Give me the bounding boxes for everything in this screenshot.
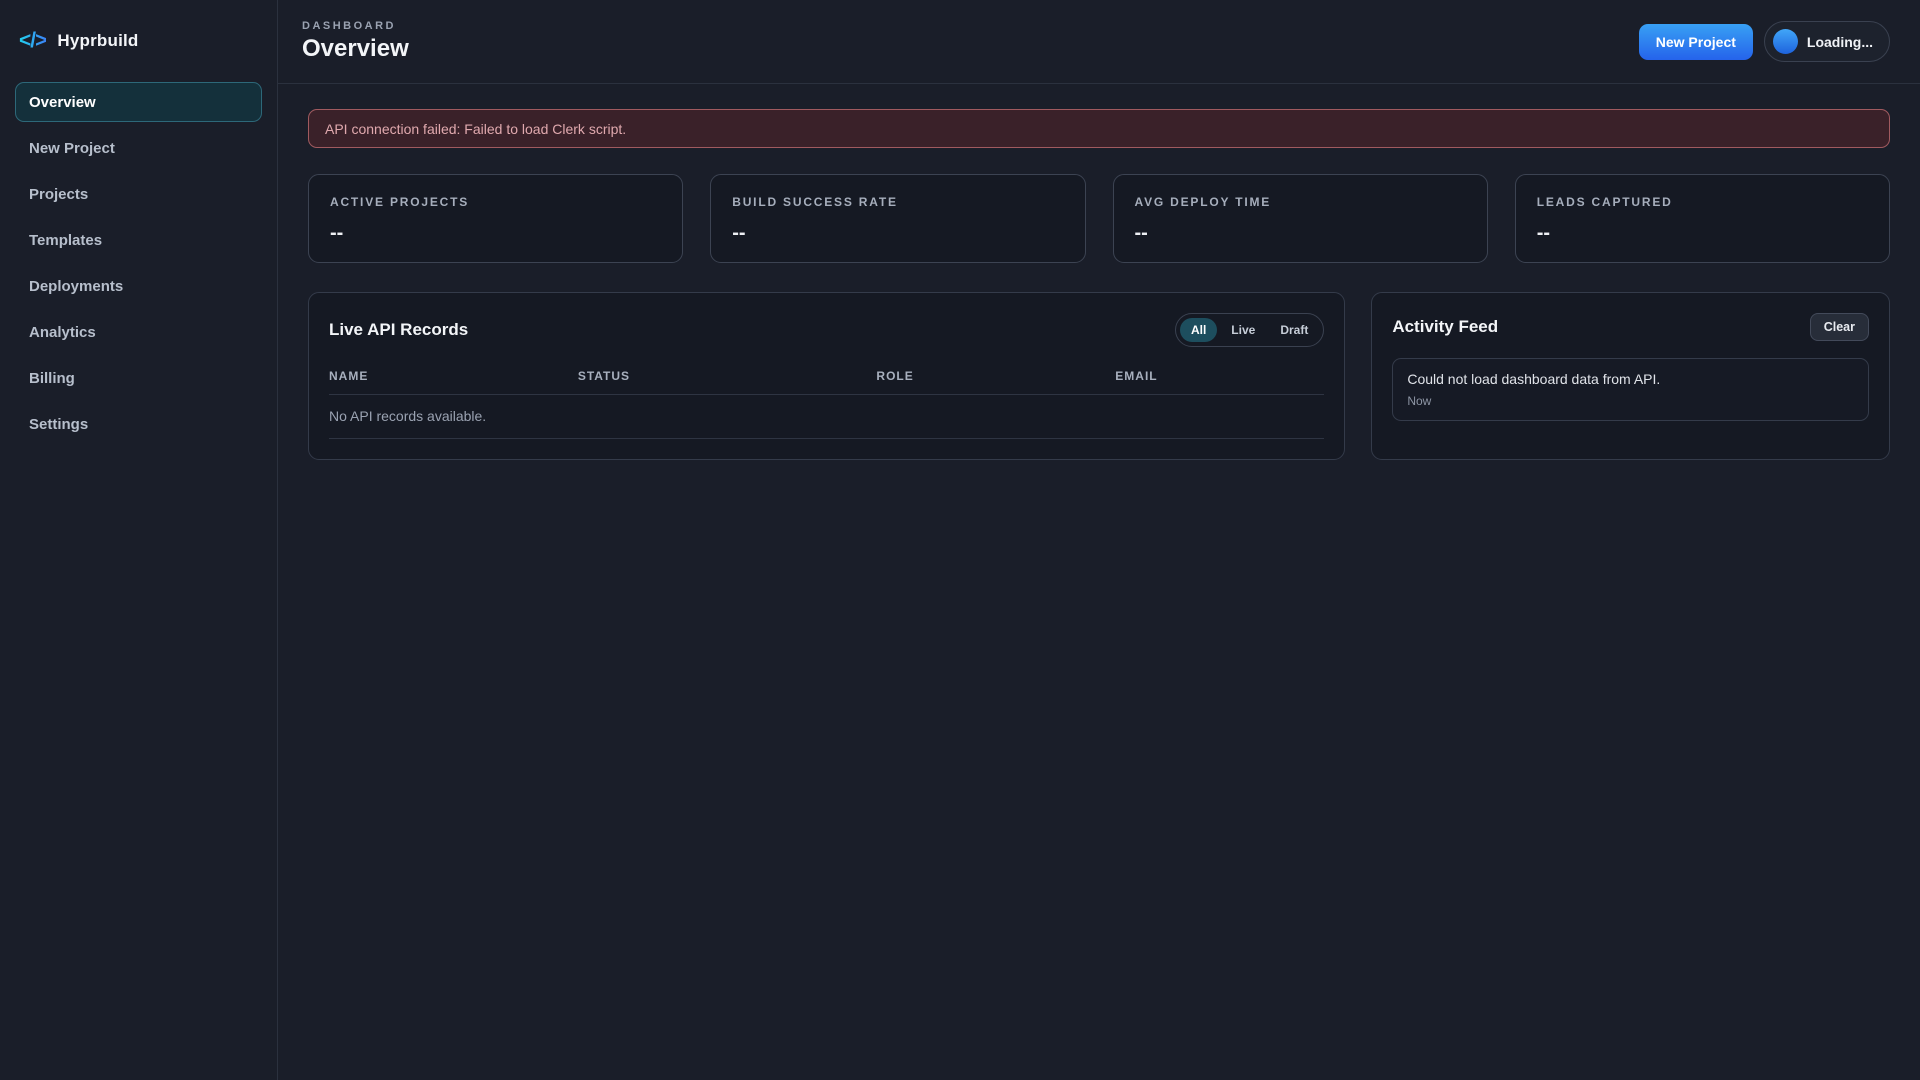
error-banner: API connection failed: Failed to load Cl…: [308, 109, 1890, 148]
records-panel-title: Live API Records: [329, 320, 469, 339]
sidebar-item-new-project[interactable]: New Project: [15, 128, 262, 168]
column-header-email: EMAIL: [1115, 369, 1158, 383]
sidebar-item-settings[interactable]: Settings: [15, 404, 262, 444]
sidebar-item-analytics[interactable]: Analytics: [15, 312, 262, 352]
panels-row: Live API Records All Live Draft NAME STA…: [308, 292, 1890, 460]
records-filter-group: All Live Draft: [1174, 313, 1325, 347]
stat-label: AVG DEPLOY TIME: [1134, 195, 1272, 209]
error-message: API connection failed: Failed to load Cl…: [325, 120, 627, 137]
stat-value: --: [330, 222, 344, 244]
stat-label: LEADS CAPTURED: [1536, 195, 1673, 209]
app-root: </> Hyprbuild Overview New Project Proje…: [0, 0, 1920, 1080]
activity-panel: Activity Feed Clear Could not load dashb…: [1371, 292, 1890, 460]
sidebar-item-billing[interactable]: Billing: [15, 358, 262, 398]
stat-card-avg-deploy-time: AVG DEPLOY TIME --: [1112, 174, 1488, 263]
stat-card-build-success-rate: BUILD SUCCESS RATE --: [710, 174, 1086, 263]
main-content: API connection failed: Failed to load Cl…: [278, 84, 1920, 485]
activity-panel-title: Activity Feed: [1392, 317, 1499, 336]
stats-row: ACTIVE PROJECTS -- BUILD SUCCESS RATE --…: [308, 174, 1890, 263]
records-panel-header: Live API Records All Live Draft: [329, 313, 1325, 347]
sidebar-item-overview[interactable]: Overview: [15, 82, 262, 122]
new-project-button[interactable]: New Project: [1638, 23, 1753, 60]
activity-entry: Could not load dashboard data from API. …: [1392, 358, 1869, 421]
main-area: DASHBOARD Overview New Project Loading..…: [278, 0, 1920, 1080]
activity-message: Could not load dashboard data from API.: [1407, 371, 1661, 387]
filter-all[interactable]: All: [1179, 318, 1218, 342]
avatar: [1772, 29, 1798, 54]
sidebar-item-projects[interactable]: Projects: [15, 174, 262, 214]
records-panel: Live API Records All Live Draft NAME STA…: [308, 292, 1346, 460]
header-titles: DASHBOARD Overview: [302, 20, 409, 63]
stat-label: ACTIVE PROJECTS: [330, 195, 470, 209]
app-name: Hyprbuild: [57, 31, 139, 50]
stat-card-leads-captured: LEADS CAPTURED --: [1514, 174, 1890, 263]
header-actions: New Project Loading...: [1638, 21, 1890, 62]
activity-timestamp: Now: [1407, 394, 1432, 408]
breadcrumb-eyebrow: DASHBOARD: [302, 20, 396, 32]
column-header-name: NAME: [329, 369, 369, 383]
filter-draft[interactable]: Draft: [1269, 318, 1319, 342]
sidebar-item-deployments[interactable]: Deployments: [15, 266, 262, 306]
records-empty-message: No API records available.: [329, 395, 1325, 439]
stat-value: --: [1134, 222, 1148, 244]
stat-value: --: [732, 222, 746, 244]
sidebar-nav: Overview New Project Projects Templates …: [15, 82, 262, 444]
code-brackets-icon: </>: [19, 29, 47, 52]
filter-live[interactable]: Live: [1220, 318, 1266, 342]
sidebar: </> Hyprbuild Overview New Project Proje…: [0, 0, 278, 1080]
sidebar-item-templates[interactable]: Templates: [15, 220, 262, 260]
clear-button[interactable]: Clear: [1809, 313, 1869, 341]
user-menu-button[interactable]: Loading...: [1763, 21, 1890, 62]
activity-panel-header: Activity Feed Clear: [1392, 313, 1869, 341]
stat-value: --: [1536, 222, 1551, 244]
user-label: Loading...: [1806, 33, 1873, 50]
page-title: Overview: [302, 35, 409, 62]
column-header-role: ROLE: [876, 369, 914, 383]
header: DASHBOARD Overview New Project Loading..…: [278, 0, 1920, 84]
column-header-status: STATUS: [577, 369, 631, 383]
records-table-header: NAME STATUS ROLE EMAIL: [329, 369, 1325, 395]
logo: </> Hyprbuild: [15, 0, 262, 82]
stat-label: BUILD SUCCESS RATE: [732, 195, 898, 209]
stat-card-active-projects: ACTIVE PROJECTS --: [308, 174, 684, 263]
